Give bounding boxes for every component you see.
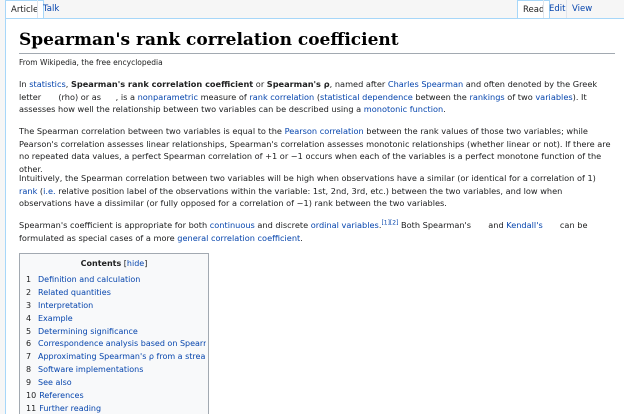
toc-item-number: 4: [26, 313, 32, 323]
link-variables[interactable]: variables: [535, 92, 572, 102]
toc-item-link[interactable]: Determining significance: [38, 327, 138, 336]
text: The Spearman correlation between two var…: [19, 126, 285, 136]
page-title: Spearman's rank correlation coefficient: [19, 30, 399, 50]
toc-item-link[interactable]: References: [39, 391, 83, 400]
link-general-correlation-coefficient[interactable]: general correlation coefficient: [177, 233, 300, 243]
link-charles-spearman[interactable]: Charles Spearman: [388, 79, 463, 89]
toc-item-link[interactable]: Correspondence analysis based on Spearma…: [38, 339, 206, 348]
toc-item-number: 7: [26, 352, 32, 362]
text: , named after: [329, 79, 388, 89]
link-pearson-correlation[interactable]: Pearson correlation: [285, 126, 364, 136]
toc-item-link[interactable]: Definition and calculation: [38, 275, 140, 284]
tab-talk[interactable]: Talk: [37, 0, 64, 19]
toc-hide-link[interactable]: hide: [127, 259, 144, 268]
link-ie[interactable]: i.e.: [43, 186, 56, 196]
toc-item-number: 3: [26, 300, 32, 310]
toc-item-number: 5: [26, 326, 32, 336]
table-of-contents: Contents [hide] 1 Definition and calculat…: [19, 253, 209, 414]
pearson-paragraph: The Spearman correlation between two var…: [19, 125, 615, 175]
toc-item-number: 2: [26, 287, 32, 297]
toc-item[interactable]: 6 Correspondence analysis based on Spearm…: [26, 338, 206, 351]
toc-header: Contents [hide]: [20, 259, 208, 268]
text: , is a: [115, 91, 138, 102]
reference-links[interactable]: [1][2]: [381, 219, 398, 226]
toc-item-number: 9: [26, 378, 32, 388]
toc-item-link[interactable]: Software implementations: [38, 365, 143, 374]
toc-item-number: 8: [26, 365, 32, 375]
title-divider: [19, 53, 615, 54]
coefficient-paragraph: Spearman's coefficient is appropriate fo…: [19, 219, 615, 244]
text: .: [300, 232, 303, 243]
toc-item[interactable]: 8 Software implementations: [26, 364, 206, 377]
link-monotonic-function[interactable]: monotonic function: [364, 104, 443, 114]
text: or: [253, 79, 267, 89]
toc-item[interactable]: 4 Example: [26, 313, 206, 326]
text: between the: [412, 91, 470, 102]
toc-item[interactable]: 3 Interpretation: [26, 300, 206, 313]
toc-item-number: 11: [26, 403, 37, 413]
toc-item-link[interactable]: Interpretation: [38, 301, 93, 310]
text: Both Spearman's: [398, 220, 474, 230]
link-rank[interactable]: rank: [19, 186, 37, 196]
intro-paragraph: In statistics, Spearman's rank correlati…: [19, 78, 615, 116]
text: (rho) or as: [55, 91, 102, 102]
toc-item-number: 10: [26, 391, 37, 401]
text: .: [443, 104, 446, 115]
toc-item-link[interactable]: Example: [38, 314, 73, 323]
link-ordinal-variables[interactable]: ordinal variables: [311, 220, 379, 230]
text: measure of: [197, 91, 250, 102]
toc-item-link[interactable]: Approximating Spearman's ρ from a stream: [38, 352, 206, 361]
link-continuous[interactable]: continuous: [210, 220, 255, 230]
tab-bar: Article Talk Read Edit View history: [0, 0, 624, 33]
toc-title: Contents: [80, 259, 122, 268]
text: and: [485, 220, 507, 230]
tab-view-history[interactable]: View history: [566, 0, 624, 33]
toc-item[interactable]: 2 Related quantities: [26, 287, 206, 300]
toc-item[interactable]: 7 Approximating Spearman's ρ from a strea…: [26, 351, 206, 364]
text: and discrete: [254, 220, 311, 230]
link-statistical-dependence[interactable]: statistical dependence: [320, 92, 413, 102]
toc-item-number: 6: [26, 339, 32, 349]
toc-item[interactable]: 1 Definition and calculation: [26, 274, 206, 287]
toc-item-link[interactable]: Related quantities: [38, 288, 111, 297]
text: relative position label of the observati…: [19, 185, 563, 209]
link-kendalls[interactable]: Kendall's: [506, 220, 542, 230]
toc-item-link[interactable]: Further reading: [39, 404, 101, 413]
text: Intuitively, the Spearman correlation be…: [19, 173, 596, 183]
toc-item[interactable]: 11 Further reading: [26, 403, 206, 414]
text: of two: [504, 91, 536, 102]
bold-term-rho: Spearman's ρ: [266, 79, 330, 89]
toc-item-link[interactable]: See also: [38, 378, 72, 387]
intuition-paragraph: Intuitively, the Spearman correlation be…: [19, 172, 615, 210]
toc-item-number: 1: [26, 275, 32, 284]
toc-item[interactable]: 9 See also: [26, 377, 206, 390]
content-area: Spearman's rank correlation coefficient …: [5, 18, 624, 414]
toc-hide-toggle: [hide]: [121, 259, 148, 268]
site-tagline: From Wikipedia, the free encyclopedia: [19, 58, 163, 67]
link-statistics[interactable]: statistics: [29, 79, 66, 89]
link-rank-correlation[interactable]: rank correlation: [249, 92, 314, 102]
toc-list: 1 Definition and calculation 2 Related quan…: [26, 274, 206, 414]
link-rankings[interactable]: rankings: [469, 92, 504, 102]
link-nonparametric[interactable]: nonparametric: [138, 92, 198, 102]
bold-term: Spearman's rank correlation coefficient: [70, 79, 254, 89]
text: In: [19, 79, 30, 89]
toc-item[interactable]: 10 References: [26, 390, 206, 403]
text: Spearman's coefficient is appropriate fo…: [19, 220, 210, 230]
bracket: ]: [144, 259, 148, 268]
toc-item[interactable]: 5 Determining significance: [26, 326, 206, 339]
